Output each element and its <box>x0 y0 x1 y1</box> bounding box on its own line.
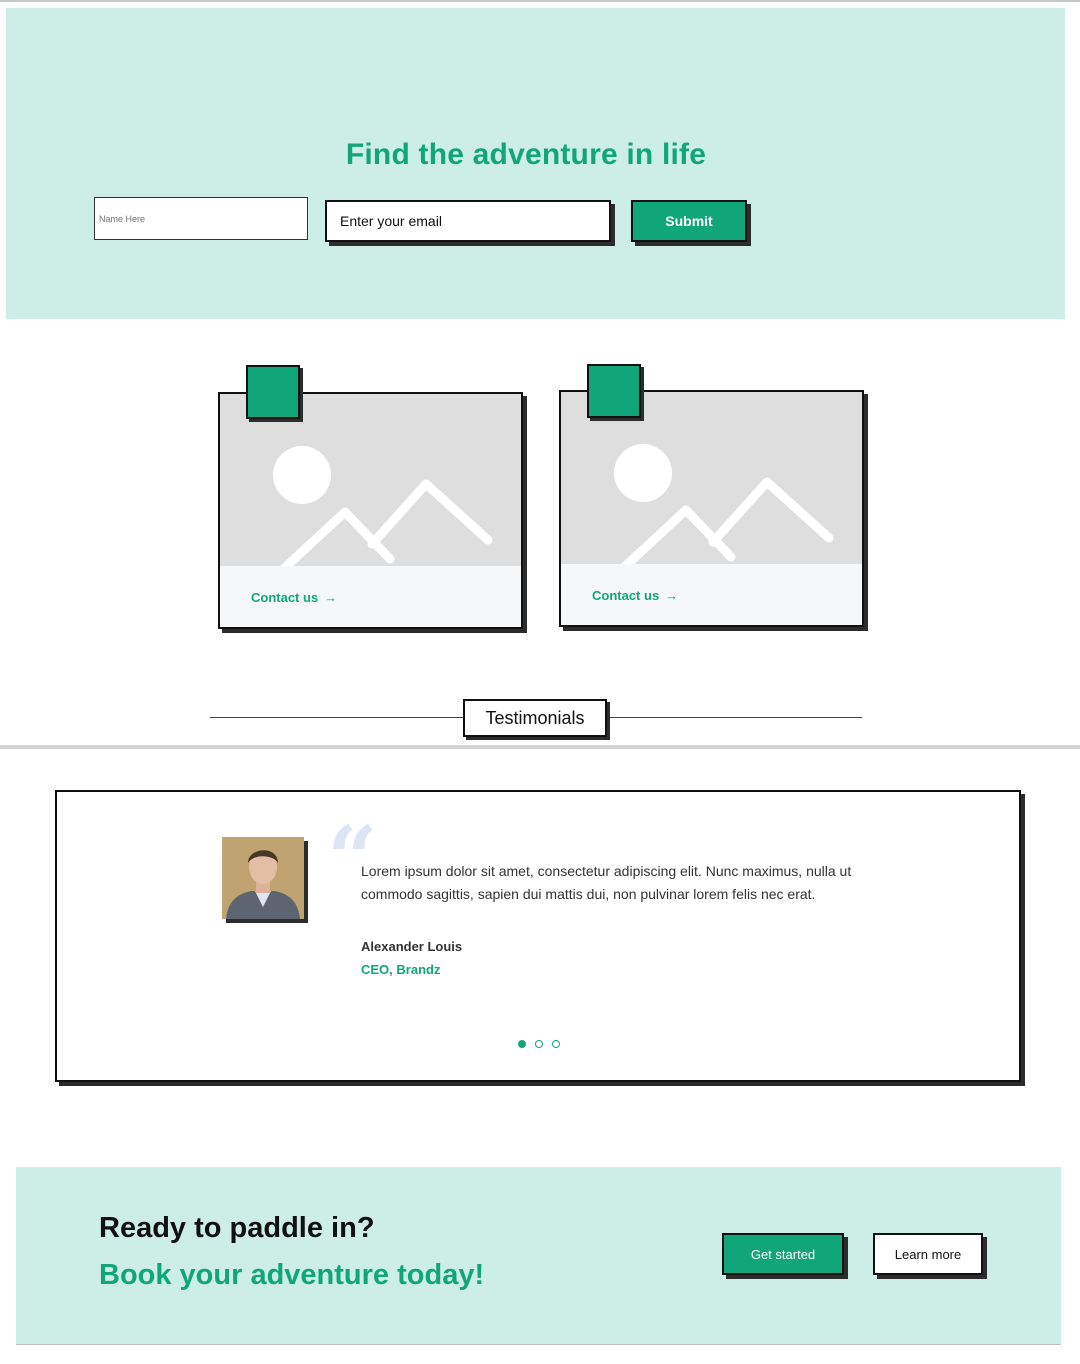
heading-divider-right <box>607 717 862 718</box>
cta-section: Ready to paddle in? Book your adventure … <box>16 1167 1061 1344</box>
name-input[interactable] <box>94 197 308 240</box>
email-input[interactable] <box>325 200 611 242</box>
testimonial-quote: Lorem ipsum dolor sit amet, consectetur … <box>361 863 852 902</box>
contact-us-label: Contact us <box>592 588 660 603</box>
top-divider <box>0 0 1080 2</box>
card-badge <box>246 365 300 419</box>
submit-button[interactable]: Submit <box>631 200 747 242</box>
section-divider <box>0 745 1080 749</box>
card-image <box>220 394 521 566</box>
author-title: CEO, Brandz <box>361 962 441 977</box>
cta-title: Ready to paddle in? <box>99 1212 375 1244</box>
author-name: Alexander Louis <box>361 939 463 954</box>
avatar <box>222 837 304 919</box>
carousel-dot-1[interactable] <box>518 1040 526 1048</box>
carousel-dots <box>518 1040 560 1048</box>
learn-more-button[interactable]: Learn more <box>873 1233 983 1275</box>
contact-us-link[interactable]: Contact us → <box>592 588 678 603</box>
cta-subtitle: Book your adventure today! <box>99 1259 485 1291</box>
get-started-button[interactable]: Get started <box>722 1233 844 1275</box>
carousel-dot-2[interactable] <box>535 1040 543 1048</box>
card-badge <box>587 364 641 418</box>
contact-us-label: Contact us <box>251 590 319 605</box>
bottom-divider <box>16 1344 1061 1345</box>
image-placeholder-icon <box>273 446 493 566</box>
hero-title: Find the adventure in life <box>345 138 707 171</box>
feature-card: Contact us → <box>559 390 864 627</box>
carousel-dot-3[interactable] <box>552 1040 560 1048</box>
heading-divider-left <box>210 717 465 718</box>
feature-card: Contact us → <box>218 392 523 629</box>
hero-section: Find the adventure in life Submit <box>6 8 1065 319</box>
testimonials-heading: Testimonials <box>463 699 607 737</box>
arrow-right-icon: → <box>324 590 338 605</box>
testimonial-card: “ Lorem ipsum dolor sit amet, consectetu… <box>55 790 1021 1082</box>
contact-us-link[interactable]: Contact us → <box>251 590 337 605</box>
arrow-right-icon: → <box>665 588 679 603</box>
